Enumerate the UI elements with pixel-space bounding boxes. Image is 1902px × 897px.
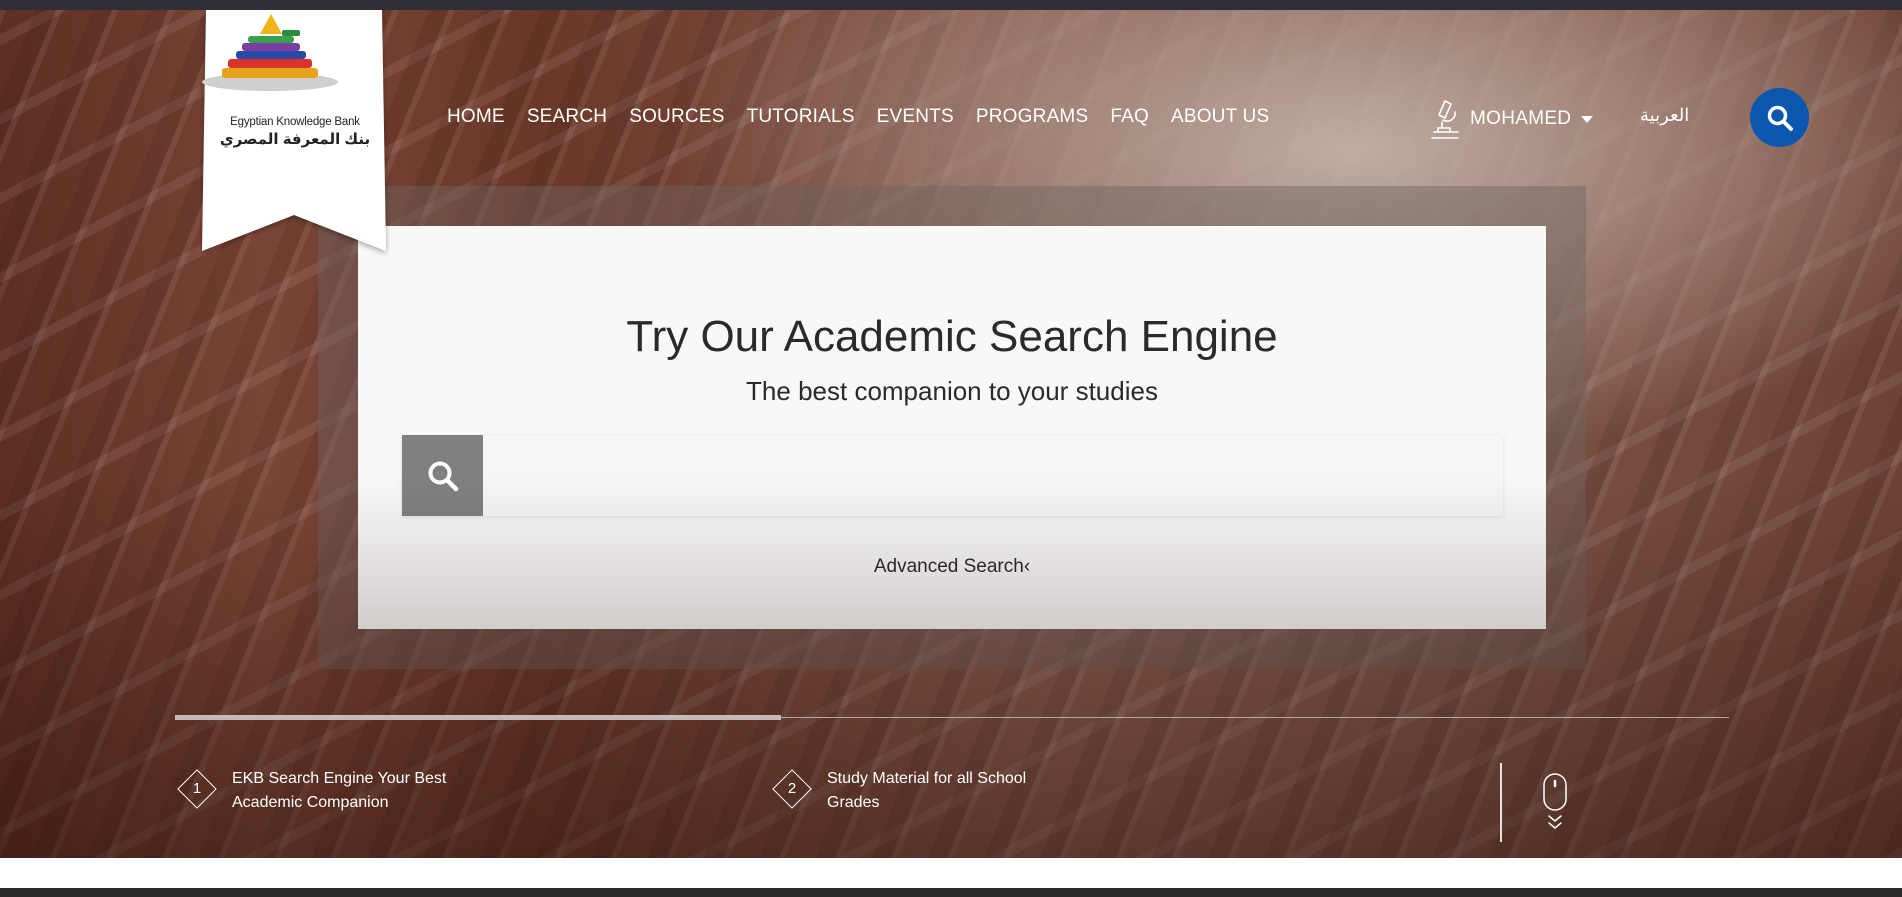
search-bar	[402, 435, 1503, 516]
slide-title: Study Material for all School Grades	[827, 770, 1027, 811]
slide-item-1[interactable]: 1 EKB Search Engine Your Best Academic C…	[175, 767, 462, 815]
divider	[1500, 763, 1502, 842]
search-icon	[428, 461, 458, 491]
slide-number: 1	[192, 780, 202, 797]
page-title: Try Our Academic Search Engine	[626, 312, 1278, 361]
next-section-edge	[0, 888, 1902, 897]
header-search-button[interactable]	[1750, 88, 1809, 147]
hero-banner: Egyptian Knowledge Bank بنك المعرفة المص…	[0, 10, 1902, 858]
nav-item-home[interactable]: HOME	[447, 106, 505, 128]
user-menu[interactable]: MOHAMED	[1428, 98, 1594, 140]
user-name: MOHAMED	[1470, 108, 1572, 129]
browser-top-strip	[0, 0, 1902, 10]
microscope-icon	[1431, 100, 1459, 139]
page-gap	[0, 858, 1902, 888]
nav-item-programs[interactable]: PROGRAMS	[976, 106, 1088, 128]
logo-text-ar: بنك المعرفة المصري	[219, 131, 371, 148]
slide-item-2[interactable]: 2 Study Material for all School Grades	[770, 767, 1027, 815]
search-input[interactable]	[483, 435, 1503, 516]
book-stack-icon	[202, 14, 338, 91]
page-subtitle: The best companion to your studies	[746, 376, 1158, 406]
slide-number: 2	[787, 780, 797, 797]
slide-number-badge: 1	[175, 767, 219, 811]
chevron-down-icon	[1581, 115, 1594, 123]
search-card: Try Our Academic Search Engine The best …	[358, 226, 1546, 629]
language-toggle[interactable]: العربية	[1640, 105, 1689, 126]
nav-item-tutorials[interactable]: TUTORIALS	[747, 106, 855, 128]
search-submit-button[interactable]	[402, 435, 483, 516]
slide-number-badge: 2	[770, 767, 814, 811]
search-icon	[1767, 105, 1793, 131]
advanced-search-link[interactable]: Advanced Search‹	[358, 556, 1546, 578]
slider-progress-fill	[175, 715, 782, 720]
nav-item-events[interactable]: EVENTS	[877, 106, 954, 128]
main-nav: HOME SEARCH SOURCES TUTORIALS EVENTS PRO…	[447, 106, 1291, 128]
nav-item-sources[interactable]: SOURCES	[629, 106, 724, 128]
nav-item-about-us[interactable]: ABOUT US	[1171, 106, 1269, 128]
logo[interactable]: Egyptian Knowledge Bank بنك المعرفة المص…	[200, 10, 390, 266]
slide-title: EKB Search Engine Your Best Academic Com…	[232, 770, 447, 811]
logo-text-en: Egyptian Knowledge Bank	[230, 116, 360, 128]
nav-item-faq[interactable]: FAQ	[1110, 106, 1149, 128]
nav-item-search[interactable]: SEARCH	[527, 106, 607, 128]
scroll-down-mouse-icon[interactable]	[1540, 772, 1570, 832]
